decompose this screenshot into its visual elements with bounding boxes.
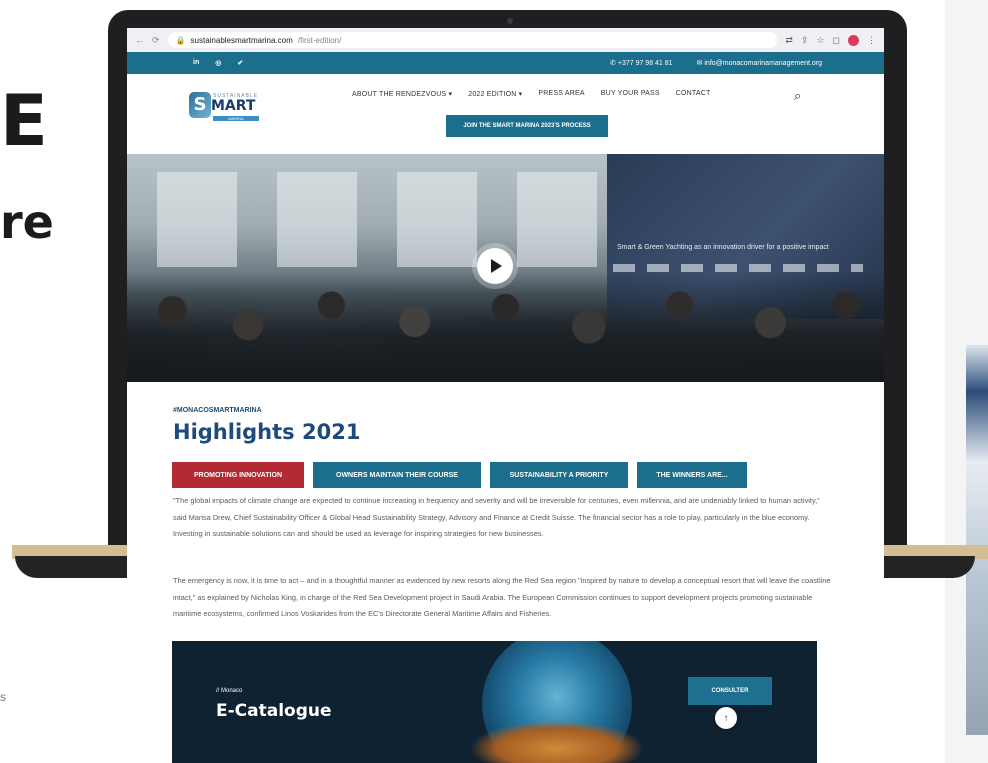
phone-icon: ✆ [610, 60, 618, 67]
hero-window [517, 172, 597, 267]
address-bar[interactable]: 🔒 sustainablesmartmarina.com/first-editi… [167, 32, 778, 48]
search-icon[interactable]: ⌕ [794, 88, 801, 104]
back-to-top-button[interactable]: ↑ [715, 707, 737, 729]
catalogue-title: E-Catalogue [216, 701, 332, 721]
instagram-icon[interactable]: ◎ [215, 59, 221, 67]
site-header: S SUSTAINABLE MART MARINA ABOUT THE REND… [127, 74, 884, 154]
linkedin-icon[interactable]: in [193, 59, 199, 67]
twitter-icon[interactable]: ✔ [237, 59, 243, 67]
nav-buy-pass[interactable]: BUY YOUR PASS [601, 90, 660, 98]
highlights-section: #MONACOSMARTMARINA Highlights 2021 PROMO… [127, 382, 884, 763]
right-side-image [966, 345, 988, 735]
browser-toolbar-icons: ⇄ ⇪ ☆ ◻ ⋮ [785, 34, 876, 46]
background-subheading-fragment: re [0, 195, 54, 249]
url-path: /first-edition/ [297, 35, 342, 45]
hero-window [397, 172, 477, 267]
phone-link[interactable]: ✆ +377 97 98 41 81 [610, 59, 673, 67]
reload-icon[interactable]: ⟳ [152, 35, 160, 46]
logo-letter: S [189, 92, 211, 118]
hands-image [472, 721, 642, 763]
play-icon [491, 259, 502, 273]
social-links: in ◎ ✔ [193, 59, 243, 67]
hero-audience [127, 272, 884, 382]
window-icon[interactable]: ◻ [833, 35, 840, 46]
hero-screen-caption: Smart & Green Yachting as an innovation … [617, 244, 829, 251]
url-host: sustainablesmartmarina.com [190, 35, 293, 45]
menu-icon[interactable]: ⋮ [867, 35, 876, 46]
email-link[interactable]: ✉ info@monacomarinamanagement.org [697, 59, 822, 67]
logo-bar-text: MARINA [213, 116, 259, 121]
hero-video: Smart & Green Yachting as an innovation … [127, 154, 884, 382]
tab-sustainability-priority[interactable]: SUSTAINABILITY A PRIORITY [490, 462, 628, 488]
main-navigation: ABOUT THE RENDEZVOUS ▾ 2022 EDITION ▾ PR… [352, 90, 711, 98]
hero-window [157, 172, 237, 267]
tab-promoting-innovation[interactable]: PROMOTING INNOVATION [172, 462, 304, 488]
hashtag-label: #MONACOSMARTMARINA [173, 407, 262, 414]
highlights-tabs: PROMOTING INNOVATION OWNERS MAINTAIN THE… [172, 462, 747, 488]
laptop-screen: ← ⟳ 🔒 sustainablesmartmarina.com/first-e… [127, 28, 884, 763]
tab-winners[interactable]: THE WINNERS ARE... [637, 462, 747, 488]
tab-owners-course[interactable]: OWNERS MAINTAIN THEIR COURSE [313, 462, 481, 488]
site-logo[interactable]: S SUSTAINABLE MART MARINA [189, 92, 261, 122]
catalogue-kicker: // Monaco [216, 688, 243, 694]
background-text-fragment: s [0, 690, 6, 704]
site-topbar: in ◎ ✔ ✆ +377 97 98 41 81 ✉ info@monacom… [127, 52, 884, 74]
nav-2022-edition[interactable]: 2022 EDITION ▾ [468, 90, 522, 98]
logo-main-text: MART [211, 98, 256, 114]
arrow-up-icon: ↑ [723, 712, 729, 724]
highlights-paragraph: The emergency is now, it is time to act … [173, 576, 831, 618]
consulter-button[interactable]: CONSULTER [688, 677, 772, 705]
translate-icon[interactable]: ⇄ [785, 35, 793, 46]
nav-about[interactable]: ABOUT THE RENDEZVOUS ▾ [352, 90, 452, 98]
highlights-title: Highlights 2021 [173, 420, 361, 444]
back-icon[interactable]: ← [135, 35, 144, 45]
nav-press-area[interactable]: PRESS AREA [538, 90, 584, 98]
highlights-paragraph: "The global impacts of climate change ar… [173, 496, 820, 538]
phone-number: +377 97 98 41 81 [617, 60, 673, 67]
browser-toolbar: ← ⟳ 🔒 sustainablesmartmarina.com/first-e… [127, 28, 884, 52]
share-icon[interactable]: ⇪ [801, 35, 809, 46]
join-process-button[interactable]: JOIN THE SMART MARINA 2023'S PROCESS [446, 115, 608, 137]
background-heading-fragment: E [0, 80, 48, 162]
email-address: info@monacomarinamanagement.org [704, 60, 822, 67]
lock-icon: 🔒 [175, 35, 186, 45]
e-catalogue-banner: // Monaco E-Catalogue CONSULTER [172, 641, 817, 763]
star-icon[interactable]: ☆ [816, 35, 824, 46]
nav-contact[interactable]: CONTACT [676, 90, 711, 98]
play-video-button[interactable] [477, 248, 513, 284]
profile-icon[interactable] [848, 34, 859, 46]
hero-window [277, 172, 357, 267]
hero-sponsor-strip [613, 264, 863, 272]
laptop-camera [507, 18, 513, 24]
